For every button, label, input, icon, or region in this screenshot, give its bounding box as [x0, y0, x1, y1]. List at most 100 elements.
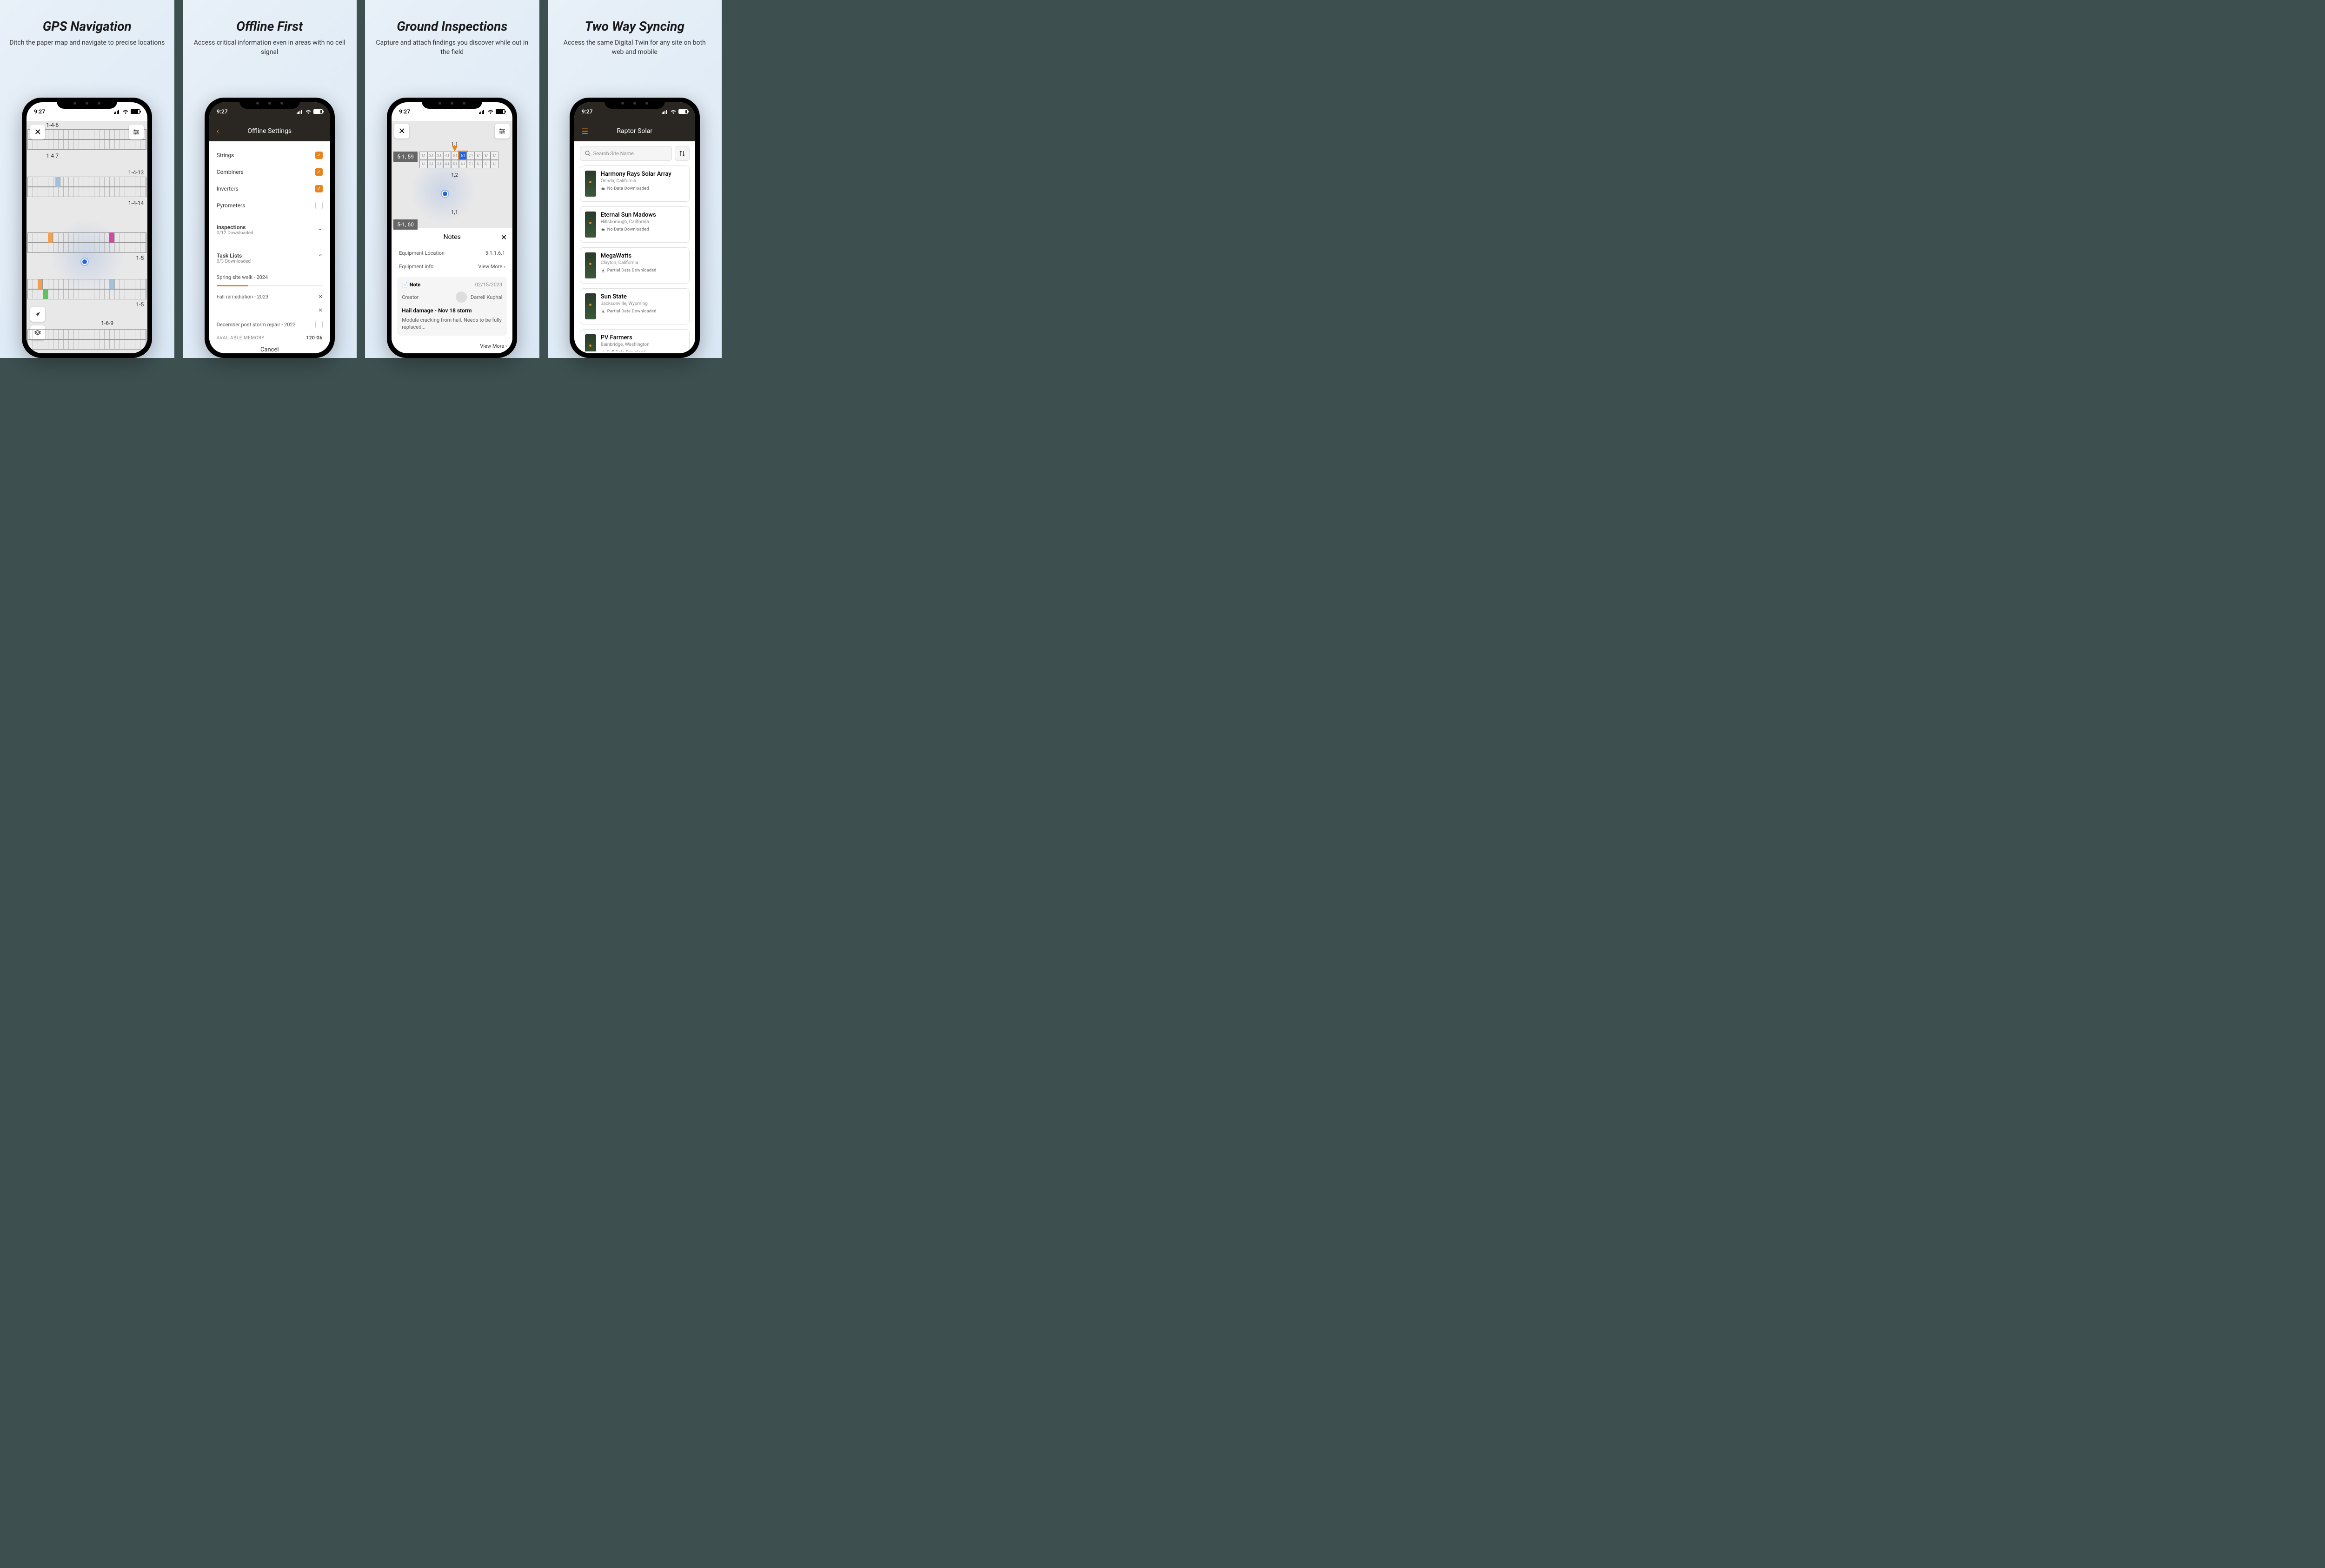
- filter-button[interactable]: [495, 124, 510, 139]
- locate-button[interactable]: [30, 307, 45, 322]
- remove-icon[interactable]: ✕: [319, 294, 323, 300]
- signal-icon: [479, 109, 485, 114]
- download-icon: [601, 309, 605, 314]
- cloud-icon: [601, 186, 605, 191]
- close-button[interactable]: ✕: [30, 125, 45, 139]
- task-item[interactable]: December post storm repair - 2023: [217, 317, 323, 332]
- task-item[interactable]: Spring site walk - 2024: [217, 271, 323, 284]
- status-time: 9:27: [399, 108, 410, 115]
- site-thumbnail: [585, 212, 596, 238]
- status-icons: [114, 109, 140, 114]
- site-list[interactable]: Harmony Rays Solar Array Orinda, Califor…: [574, 165, 695, 351]
- phone-notch: [239, 98, 300, 109]
- settings-body: Strings✓ Combiners✓ Inverters✓ Pyrometer…: [209, 141, 330, 353]
- panel-offline: Offline First Access critical informatio…: [183, 0, 365, 358]
- signal-icon: [297, 109, 303, 114]
- sort-button[interactable]: [675, 146, 690, 161]
- string-label: 1-4-14: [128, 200, 144, 206]
- download-status: Partial Data Downloaded: [601, 268, 684, 273]
- search-input[interactable]: Search Site Name: [580, 146, 672, 161]
- chevron-down-icon: ⌄: [318, 225, 323, 232]
- inspections-section[interactable]: Inspections0/12 Downloaded ⌄: [217, 214, 323, 242]
- site-thumbnail: [585, 171, 596, 197]
- battery-icon: [678, 109, 688, 114]
- progress-bar: [217, 285, 323, 286]
- checkbox-icon[interactable]: ✓: [315, 168, 323, 176]
- remove-icon[interactable]: ✕: [319, 307, 323, 313]
- task-item[interactable]: Fall remediation - 2023✕: [217, 290, 323, 304]
- arrow-icon: [34, 311, 41, 318]
- panel-title: GPS Navigation: [43, 19, 132, 34]
- equipment-info-row[interactable]: Equipment infoView More ›: [392, 260, 512, 273]
- avatar: [456, 291, 467, 303]
- setting-inverters[interactable]: Inverters✓: [217, 180, 323, 197]
- close-button[interactable]: ✕: [394, 124, 409, 139]
- setting-strings[interactable]: Strings✓: [217, 147, 323, 164]
- checkbox-icon[interactable]: [315, 321, 323, 328]
- panel-inspections: Ground Inspections Capture and attach fi…: [365, 0, 548, 358]
- chevron-up-icon: ⌃: [318, 253, 323, 260]
- site-card[interactable]: MegaWatts Clayton, California Partial Da…: [580, 247, 690, 284]
- panel-title: Offline First: [236, 19, 303, 34]
- checkbox-icon[interactable]: ✓: [315, 152, 323, 159]
- close-button[interactable]: ✕: [501, 233, 507, 242]
- phone-notch: [422, 98, 482, 109]
- phone-screen: 9:27 ✕ 1-4-6 1-4-7 1-4-13 1-4-14: [27, 102, 147, 353]
- location-chip: 5-1, 59: [393, 152, 418, 162]
- download-status: Partial Data Downloaded: [601, 309, 684, 314]
- phone-frame: 9:27 ✕ 1,1 5-1, 59 1,12,13,14,15,16,17,1…: [387, 98, 517, 358]
- status-time: 9:27: [582, 108, 593, 115]
- status-icons: [479, 109, 505, 114]
- signal-icon: [662, 109, 668, 114]
- setting-combiners[interactable]: Combiners✓: [217, 164, 323, 180]
- site-card[interactable]: Harmony Rays Solar Array Orinda, Califor…: [580, 165, 690, 202]
- cancel-button[interactable]: Cancel: [217, 341, 323, 353]
- battery-icon: [496, 109, 505, 114]
- site-card[interactable]: PV Farmers Bainbridge, Washington Full D…: [580, 329, 690, 351]
- search-row: Search Site Name: [574, 141, 695, 165]
- phone-screen: 9:27 ☰ Raptor Solar Search Site Name: [574, 102, 695, 353]
- map-view[interactable]: ✕ 1-4-6 1-4-7 1-4-13 1-4-14 1-5 1-5: [27, 121, 147, 353]
- checkbox-icon[interactable]: [315, 202, 323, 209]
- map-area[interactable]: ✕ 1,1 5-1, 59 1,12,13,14,15,16,17,18,19,…: [392, 121, 512, 228]
- tasks-section[interactable]: Task Lists0/3 Downloaded ⌃: [217, 242, 323, 271]
- checkbox-icon[interactable]: ✓: [315, 185, 323, 192]
- filter-button[interactable]: [129, 125, 144, 139]
- battery-icon: [131, 109, 140, 114]
- panel-gps: GPS Navigation Ditch the paper map and n…: [0, 0, 183, 358]
- panel-title: Ground Inspections: [397, 19, 507, 34]
- menu-button[interactable]: ☰: [582, 127, 588, 136]
- grid-label: 1,1: [451, 209, 458, 215]
- app-title: Raptor Solar: [617, 127, 652, 135]
- marker-icon: [452, 146, 458, 152]
- phone-frame: 9:27 ☰ Raptor Solar Search Site Name: [570, 98, 700, 358]
- download-icon: [601, 350, 605, 351]
- string-label: 1-5: [136, 301, 144, 308]
- gps-accuracy-halo: [410, 158, 475, 223]
- status-time: 9:27: [34, 108, 45, 115]
- notes-header: Notes ✕: [392, 228, 512, 246]
- phone-frame: 9:27 ✕ 1-4-6 1-4-7 1-4-13 1-4-14: [22, 98, 152, 358]
- panel-title: Two Way Syncing: [585, 19, 684, 34]
- site-card[interactable]: Sun State Jacksonville, Wyoming Partial …: [580, 288, 690, 324]
- back-button[interactable]: ‹: [217, 126, 219, 136]
- phone-frame: 9:27 ‹ Offline Settings Strings✓ Combine…: [205, 98, 335, 358]
- sliders-icon: [133, 128, 140, 136]
- phone-screen: 9:27 ‹ Offline Settings Strings✓ Combine…: [209, 102, 330, 353]
- setting-pyrometers[interactable]: Pyrometers: [217, 197, 323, 214]
- task-item[interactable]: ✕: [217, 304, 323, 317]
- module-grid[interactable]: 1,12,13,14,15,16,17,18,19,11,1: [419, 152, 498, 160]
- download-status: No Data Downloaded: [601, 227, 684, 232]
- cloud-icon: [601, 227, 605, 232]
- signal-icon: [114, 109, 120, 114]
- sort-icon: [679, 150, 685, 157]
- panel-subtitle: Access the same Digital Twin for any sit…: [557, 39, 713, 57]
- note-card[interactable]: 📄 Note02/15/2023 CreatorDarrell Kuphal H…: [397, 277, 507, 336]
- download-status: Full Data Download: [601, 350, 684, 351]
- view-more-button[interactable]: View More ›: [392, 339, 512, 353]
- wifi-icon: [487, 109, 494, 114]
- site-thumbnail: [585, 252, 596, 278]
- panel-subtitle: Capture and attach findings you discover…: [374, 39, 530, 57]
- inspection-screen: ✕ 1,1 5-1, 59 1,12,13,14,15,16,17,18,19,…: [392, 121, 512, 353]
- site-card[interactable]: Eternal Sun Madows Hillsborough, Califor…: [580, 206, 690, 243]
